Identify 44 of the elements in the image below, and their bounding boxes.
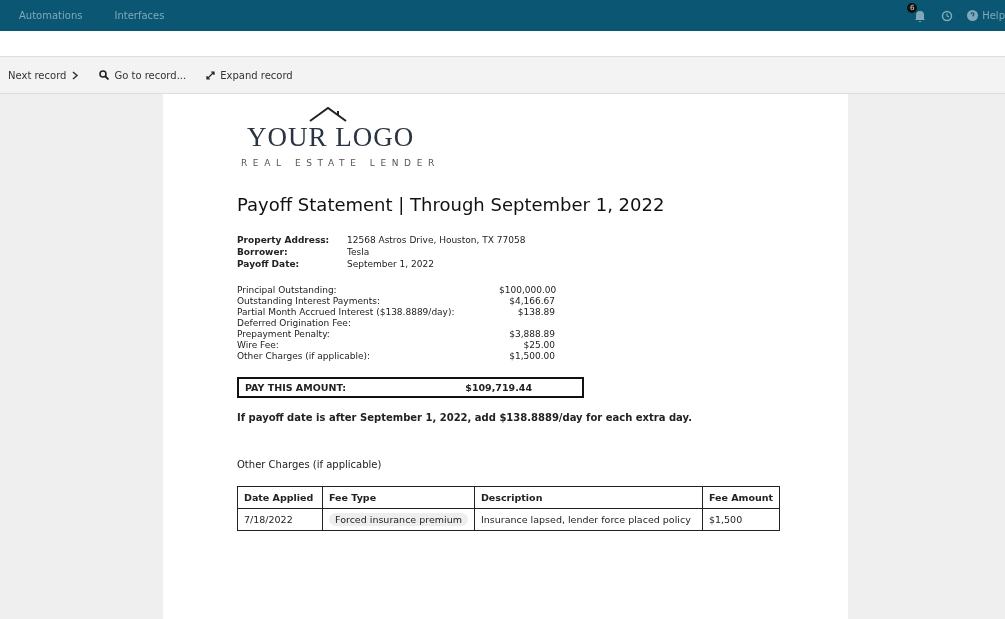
column-header: Description <box>474 486 703 509</box>
charge-label: Deferred Origination Fee: <box>237 318 352 328</box>
statement-heading: Payoff Statement | Through September 1, 2022 <box>237 194 666 215</box>
charge-amount: $100,000.00 <box>499 285 555 295</box>
info-value: September 1, 2022 <box>347 259 435 269</box>
charge-label: Principal Outstanding: <box>237 285 338 295</box>
total-amount: $109,719.44 <box>465 382 532 393</box>
info-value: Tesla <box>347 247 371 257</box>
expand-icon <box>206 70 216 80</box>
roof-icon <box>309 106 349 122</box>
charge-label: Prepayment Penalty: <box>237 329 331 339</box>
expand-record-button[interactable]: Expand record <box>206 69 293 81</box>
logo-subtitle: REAL ESTATE LENDER <box>241 158 440 168</box>
search-icon <box>99 70 110 80</box>
column-header: Fee Amount <box>702 486 780 509</box>
charge-amount: $4,166.67 <box>508 296 555 306</box>
bell-icon[interactable] <box>913 8 928 23</box>
info-label: Property Address: <box>237 235 331 245</box>
go-to-record-button[interactable]: Go to record... <box>99 69 187 81</box>
info-value: 12568 Astros Drive, Houston, TX 77058 <box>347 235 527 245</box>
next-record-button[interactable]: Next record <box>8 69 80 81</box>
column-header: Fee Type <box>322 486 475 509</box>
section-title: Other Charges (if applicable) <box>237 459 383 470</box>
table-cell: 7/18/2022 <box>237 508 323 531</box>
charge-amount: $25.00 <box>522 340 555 350</box>
chevron-icon <box>71 70 80 80</box>
charge-label: Outstanding Interest Payments: <box>237 296 381 306</box>
charge-amount: $138.89 <box>516 307 555 317</box>
charge-amount: $3,888.89 <box>508 329 555 339</box>
logo-title: YOUR LOGO <box>247 122 415 152</box>
table-cell: Insurance lapsed, lender force placed policy <box>474 508 703 531</box>
payoff-note: If payoff date is after September 1, 2022, add $138.8889/day for each extra day. <box>237 412 693 423</box>
history-icon[interactable] <box>941 9 954 22</box>
total-label: PAY THIS AMOUNT: <box>245 382 347 393</box>
fee-type-tag: Forced insurance premium <box>329 513 468 526</box>
info-label: Borrower: <box>237 247 289 257</box>
charge-amount: $1,500.00 <box>508 351 555 361</box>
charge-label: Partial Month Accrued Interest ($138.8889/day): <box>237 307 456 317</box>
charge-label: Other Charges (if applicable): <box>237 351 371 361</box>
info-label: Payoff Date: <box>237 259 301 269</box>
table-cell: $1,500 <box>702 508 780 531</box>
charge-label: Wire Fee: <box>237 340 280 350</box>
help-icon[interactable] <box>967 10 979 21</box>
column-header: Date Applied <box>237 486 323 509</box>
